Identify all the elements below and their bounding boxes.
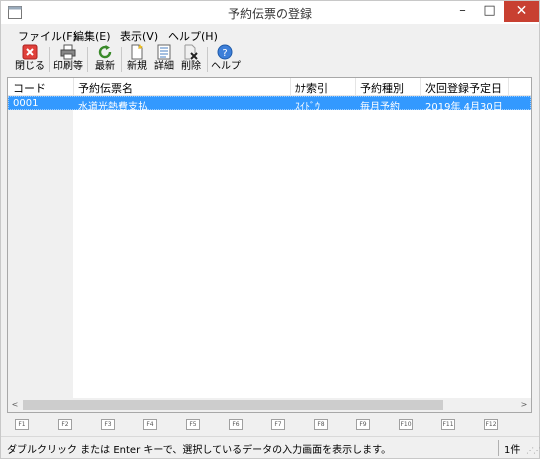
- close-button[interactable]: 閉じる: [15, 44, 45, 75]
- cell-kana: ｽｲﾄﾞｳ: [295, 102, 320, 113]
- svg-text:?: ?: [222, 48, 227, 59]
- new-label: 新規: [127, 61, 147, 72]
- column-header-kana[interactable]: ｶﾅ索引: [295, 80, 328, 96]
- horizontal-scrollbar[interactable]: < >: [8, 398, 531, 412]
- function-key-f12[interactable]: F12: [484, 419, 498, 430]
- voucher-list[interactable]: コード 予約伝票名 ｶﾅ索引 予約種別 次回登録予定日 0001 水道光熱費支払…: [7, 77, 532, 413]
- help-icon: ?: [217, 44, 233, 60]
- toolbar: 閉じる 印刷等 最新 新規 詳細 削除 ? ヘルプ: [1, 44, 539, 75]
- delete-icon: [184, 44, 198, 60]
- cell-name: 水道光熱費支払: [78, 102, 148, 113]
- column-divider: [73, 78, 74, 96]
- delete-button[interactable]: 削除: [179, 44, 203, 75]
- function-key-f6[interactable]: F6: [229, 419, 243, 430]
- menu-edit[interactable]: 編集(E): [73, 28, 111, 44]
- list-header: コード 予約伝票名 ｶﾅ索引 予約種別 次回登録予定日: [8, 78, 531, 96]
- function-key-f8[interactable]: F8: [314, 419, 328, 430]
- scrollbar-thumb[interactable]: [23, 400, 443, 410]
- cell-type: 毎月予約: [360, 102, 400, 113]
- toolbar-separator: [49, 47, 50, 72]
- toolbar-separator: [121, 47, 122, 72]
- function-key-bar: F1 F2 F3 F4 F5 F6 F7 F8 F9 F10 F11 F12: [1, 415, 539, 435]
- status-bar: ダブルクリック または Enter キーで、選択しているデータの入力画面を表示し…: [1, 436, 540, 458]
- menu-view[interactable]: 表示(V): [120, 28, 158, 44]
- cell-next-date: 2019年 4月30日: [425, 102, 503, 113]
- close-window-button[interactable]: ✕: [504, 1, 539, 22]
- status-divider: [498, 440, 499, 456]
- cell-code: 0001: [13, 98, 39, 109]
- new-button[interactable]: 新規: [125, 44, 149, 75]
- minimize-button[interactable]: –: [449, 1, 476, 22]
- table-row[interactable]: 0001 水道光熱費支払 ｽｲﾄﾞｳ 毎月予約 2019年 4月30日: [8, 96, 531, 113]
- record-count: 1件: [504, 445, 521, 456]
- column-divider: [355, 78, 356, 96]
- toolbar-separator: [87, 47, 88, 72]
- column-header-type[interactable]: 予約種別: [360, 80, 404, 96]
- main-window: 予約伝票の登録 – □ ✕ ファイル(F) 編集(E) 表示(V) ヘルプ(H)…: [0, 0, 540, 459]
- refresh-icon: [98, 45, 112, 59]
- close-icon: [22, 44, 38, 60]
- detail-button[interactable]: 詳細: [152, 44, 176, 75]
- function-key-f9[interactable]: F9: [356, 419, 370, 430]
- help-label: ヘルプ: [211, 61, 241, 72]
- column-divider: [420, 78, 421, 96]
- print-button[interactable]: 印刷等: [53, 44, 83, 75]
- function-key-f4[interactable]: F4: [143, 419, 157, 430]
- scroll-right-icon[interactable]: >: [517, 398, 531, 412]
- maximize-button[interactable]: □: [476, 1, 503, 22]
- function-key-f7[interactable]: F7: [271, 419, 285, 430]
- function-key-f2[interactable]: F2: [58, 419, 72, 430]
- code-column-background: [8, 96, 73, 404]
- detail-label: 詳細: [154, 61, 174, 72]
- title-bar: 予約伝票の登録 – □ ✕: [1, 1, 539, 25]
- refresh-label: 最新: [95, 61, 115, 72]
- function-key-f11[interactable]: F11: [441, 419, 455, 430]
- column-header-name[interactable]: 予約伝票名: [78, 80, 133, 96]
- help-button[interactable]: ? ヘルプ: [211, 44, 241, 75]
- function-key-f3[interactable]: F3: [101, 419, 115, 430]
- resize-grip-icon[interactable]: ⋰⋰: [526, 446, 540, 455]
- function-key-f10[interactable]: F10: [399, 419, 413, 430]
- column-divider: [290, 78, 291, 96]
- menu-bar: ファイル(F) 編集(E) 表示(V) ヘルプ(H): [1, 25, 539, 44]
- menu-file[interactable]: ファイル(F): [18, 28, 77, 44]
- menu-help[interactable]: ヘルプ(H): [168, 28, 218, 44]
- toolbar-separator: [207, 47, 208, 72]
- print-label: 印刷等: [53, 61, 83, 72]
- status-message: ダブルクリック または Enter キーで、選択しているデータの入力画面を表示し…: [7, 445, 392, 456]
- column-header-code[interactable]: コード: [13, 80, 46, 96]
- printer-icon: [60, 44, 76, 60]
- column-divider: [508, 78, 509, 96]
- function-key-f5[interactable]: F5: [186, 419, 200, 430]
- refresh-button[interactable]: 最新: [92, 44, 118, 75]
- close-label: 閉じる: [15, 61, 45, 72]
- function-key-f1[interactable]: F1: [15, 419, 29, 430]
- detail-icon: [157, 44, 171, 60]
- column-header-next-date[interactable]: 次回登録予定日: [425, 80, 502, 96]
- scroll-left-icon[interactable]: <: [8, 398, 22, 412]
- delete-label: 削除: [181, 61, 201, 72]
- new-document-icon: [131, 44, 143, 60]
